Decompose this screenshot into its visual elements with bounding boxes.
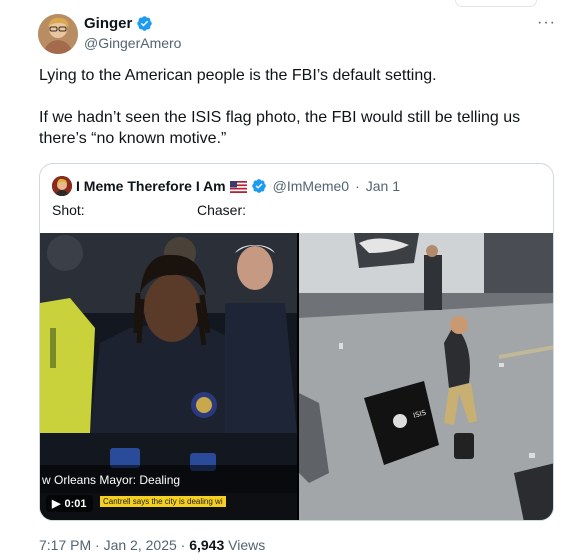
- press-conference-video[interactable]: w Orleans Mayor: Dealing Cantrell says t…: [40, 233, 297, 520]
- separator: ·: [91, 537, 104, 553]
- quoted-tweet[interactable]: I Meme Therefore I Am @ImMeme0 · Jan 1 S…: [39, 163, 554, 521]
- quote-author-avatar[interactable]: [52, 176, 72, 196]
- dot-separator: ·: [355, 178, 360, 194]
- separator: ·: [176, 537, 190, 553]
- quote-author-handle[interactable]: @ImMeme0: [273, 178, 349, 194]
- verified-badge-icon: [137, 16, 153, 31]
- post-time[interactable]: 7:17 PM: [39, 537, 91, 553]
- views-count: 6,943: [189, 537, 225, 553]
- us-flag-icon: [229, 180, 247, 193]
- video-caption: w Orleans Mayor: Dealing: [42, 473, 181, 487]
- quote-media[interactable]: w Orleans Mayor: Dealing Cantrell says t…: [40, 233, 553, 520]
- chaser-label: Chaser:: [197, 202, 247, 218]
- views-label: Views: [224, 537, 266, 553]
- post-date[interactable]: Jan 2, 2025: [104, 537, 177, 553]
- author-name[interactable]: Ginger: [84, 15, 132, 32]
- video-ticker: Cantrell says the city is dealing wi: [100, 496, 226, 507]
- video-time: 0:01: [64, 497, 87, 510]
- street-photo[interactable]: ISIS: [299, 233, 553, 520]
- tweet-paragraph: Lying to the American people is the FBI’…: [39, 67, 437, 84]
- verified-badge-icon: [251, 179, 266, 193]
- tweet-text: Lying to the American people is the FBI’…: [39, 65, 539, 170]
- author-handle[interactable]: @GingerAmero: [84, 35, 181, 51]
- tweet-footer: 7:17 PM · Jan 2, 2025 · 6,943 Views: [39, 537, 265, 553]
- play-icon[interactable]: ▶: [52, 497, 60, 510]
- shot-label: Shot:: [52, 202, 85, 218]
- quote-date[interactable]: Jan 1: [366, 178, 400, 194]
- tweet-paragraph: If we hadn’t seen the ISIS flag photo, t…: [39, 109, 525, 147]
- more-icon[interactable]: ···: [537, 14, 556, 32]
- author-avatar[interactable]: [38, 14, 78, 54]
- video-play-control[interactable]: ▶ 0:01: [46, 495, 93, 512]
- previous-post-edge: [455, 0, 537, 7]
- quote-author-name[interactable]: I Meme Therefore I Am: [76, 178, 226, 194]
